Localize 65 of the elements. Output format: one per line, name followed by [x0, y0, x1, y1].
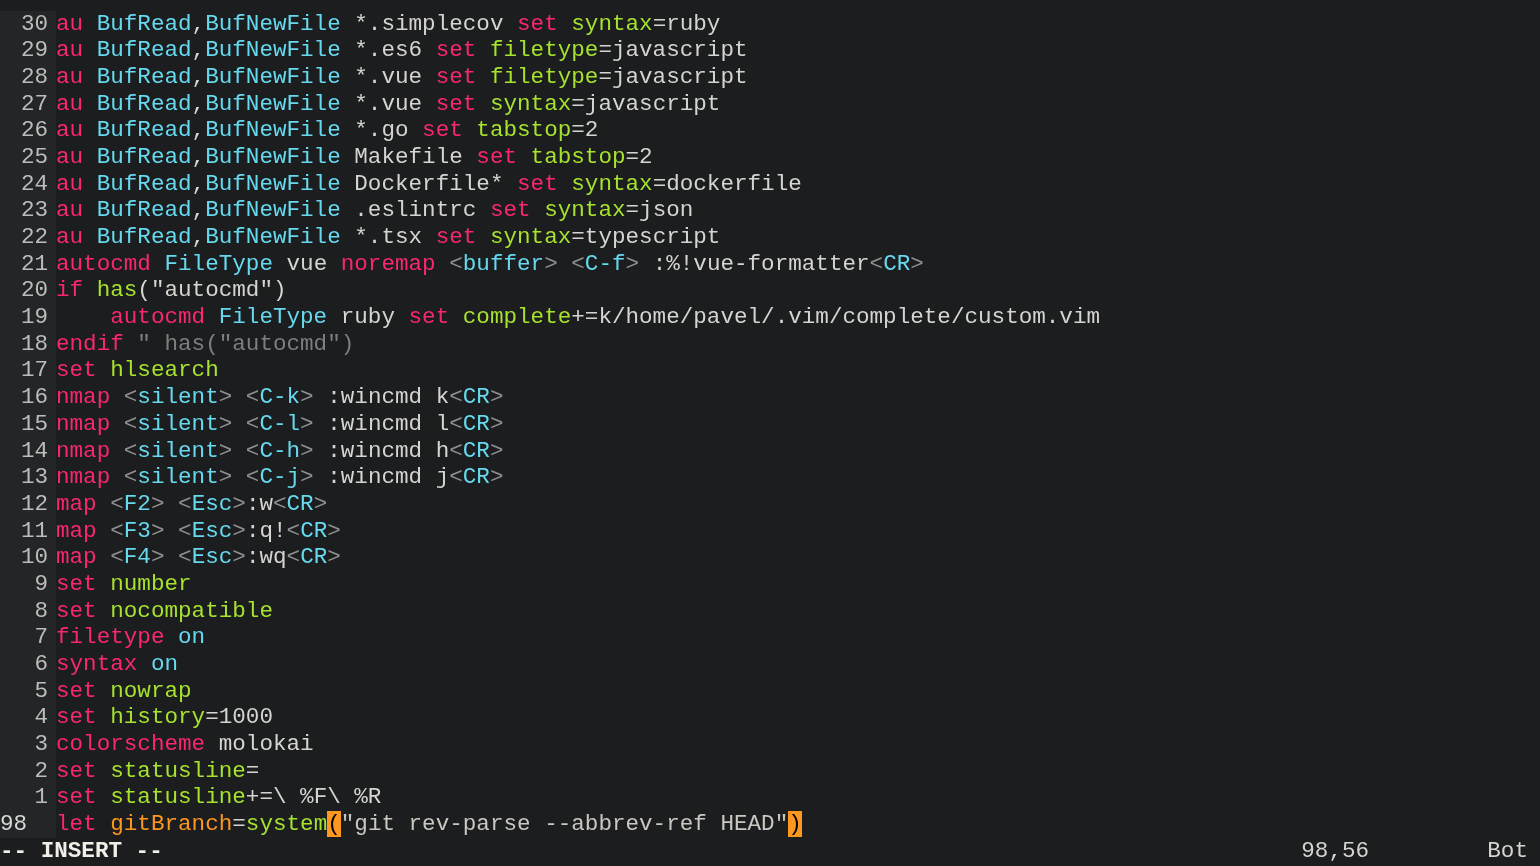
line-number: 21	[19, 250, 48, 278]
line-number: 98	[0, 811, 29, 838]
code-line: au BufRead,BufNewFile *.vue set filetype=javascript	[56, 63, 748, 91]
line-number: 13	[19, 464, 48, 491]
line-number: 5	[33, 677, 48, 705]
code-line: au BufRead,BufNewFile Makefile set tabstop=2	[56, 143, 653, 171]
line-number: 9	[33, 570, 48, 598]
code-line: set nowrap	[56, 677, 192, 705]
code-line: filetype on	[56, 624, 206, 651]
code-line: au BufRead,BufNewFile *.tsx set syntax=typescript	[56, 224, 721, 251]
line-number: 30	[19, 10, 48, 38]
code-line: set number	[56, 570, 192, 598]
line-number: 3	[33, 731, 48, 758]
line-number: 19	[19, 304, 48, 331]
code-line: autocmd FileType vue noremap <buffer> <C-f> :%!vue-formatter<CR>	[56, 250, 924, 278]
code-line: set statusline+=\ %F\ %R	[56, 784, 382, 812]
code-line: colorscheme molokai	[56, 731, 314, 758]
code-line: nmap <silent> <C-k> :wincmd k<CR>	[56, 384, 504, 411]
line-number: 15	[19, 410, 48, 438]
line-number: 27	[19, 90, 48, 118]
line-number: 8	[33, 597, 48, 625]
line-number: 23	[19, 197, 48, 224]
code-line: endif " has("autocmd")	[56, 330, 355, 358]
code-line: set history=1000	[56, 704, 273, 732]
line-number: 24	[19, 170, 48, 198]
line-number: 16	[19, 384, 48, 411]
code-line: au BufRead,BufNewFile *.go set tabstop=2	[56, 117, 599, 144]
code-line: au BufRead,BufNewFile *.es6 set filetype=javascript	[56, 37, 748, 64]
code-line: nmap <silent> <C-j> :wincmd j<CR>	[56, 464, 504, 491]
code-line: map <F4> <Esc>:wq<CR>	[56, 544, 341, 571]
line-number: 1	[33, 784, 48, 812]
line-number: 7	[33, 624, 48, 651]
line-number: 26	[19, 117, 48, 144]
line-number: 18	[19, 330, 48, 358]
line-number: 4	[33, 704, 48, 732]
code-line: set statusline=	[56, 757, 260, 785]
line-number: 17	[19, 357, 48, 385]
mode-indicator: -- INSERT --	[0, 837, 163, 865]
line-number: 12	[19, 490, 48, 518]
code-line: autocmd FileType ruby set complete+=k/home/pavel/.vim/complete/custom.vim	[109, 304, 1101, 331]
code-line: au BufRead,BufNewFile *.simplecov set syntax=ruby	[56, 10, 721, 38]
code-line: set hlsearch	[56, 357, 219, 385]
code-line: set nocompatible	[56, 597, 273, 625]
line-number: 6	[33, 651, 48, 678]
line-number: 11	[19, 517, 48, 545]
code-line: au BufRead,BufNewFile Dockerfile* set syntax=dockerfile	[56, 170, 802, 198]
line-number: 20	[19, 277, 48, 305]
code-line: if has("autocmd")	[56, 277, 287, 305]
cursor-position: 98,56	[1301, 837, 1371, 865]
line-number: 25	[19, 143, 48, 171]
line-number: 28	[19, 63, 48, 91]
code-line: let gitBranch=system("git rev-parse --abbrev-ref HEAD")	[56, 811, 802, 838]
code-line: map <F2> <Esc>:w<CR>	[56, 490, 328, 518]
code-line: nmap <silent> <C-h> :wincmd h<CR>	[56, 437, 504, 465]
line-number: 14	[19, 437, 48, 465]
line-number: 10	[19, 544, 48, 571]
code-line: syntax on	[56, 651, 179, 678]
code-line: nmap <silent> <C-l> :wincmd l<CR>	[56, 410, 504, 438]
code-line: au BufRead,BufNewFile .eslintrc set syntax=json	[56, 197, 694, 224]
code-line: au BufRead,BufNewFile *.vue set syntax=javascript	[56, 90, 721, 118]
line-number: 22	[19, 224, 48, 251]
line-number: 29	[19, 37, 48, 64]
line-number: 2	[33, 757, 48, 785]
scroll-position: Bot	[1487, 837, 1529, 865]
code-line: map <F3> <Esc>:q!<CR>	[56, 517, 341, 545]
